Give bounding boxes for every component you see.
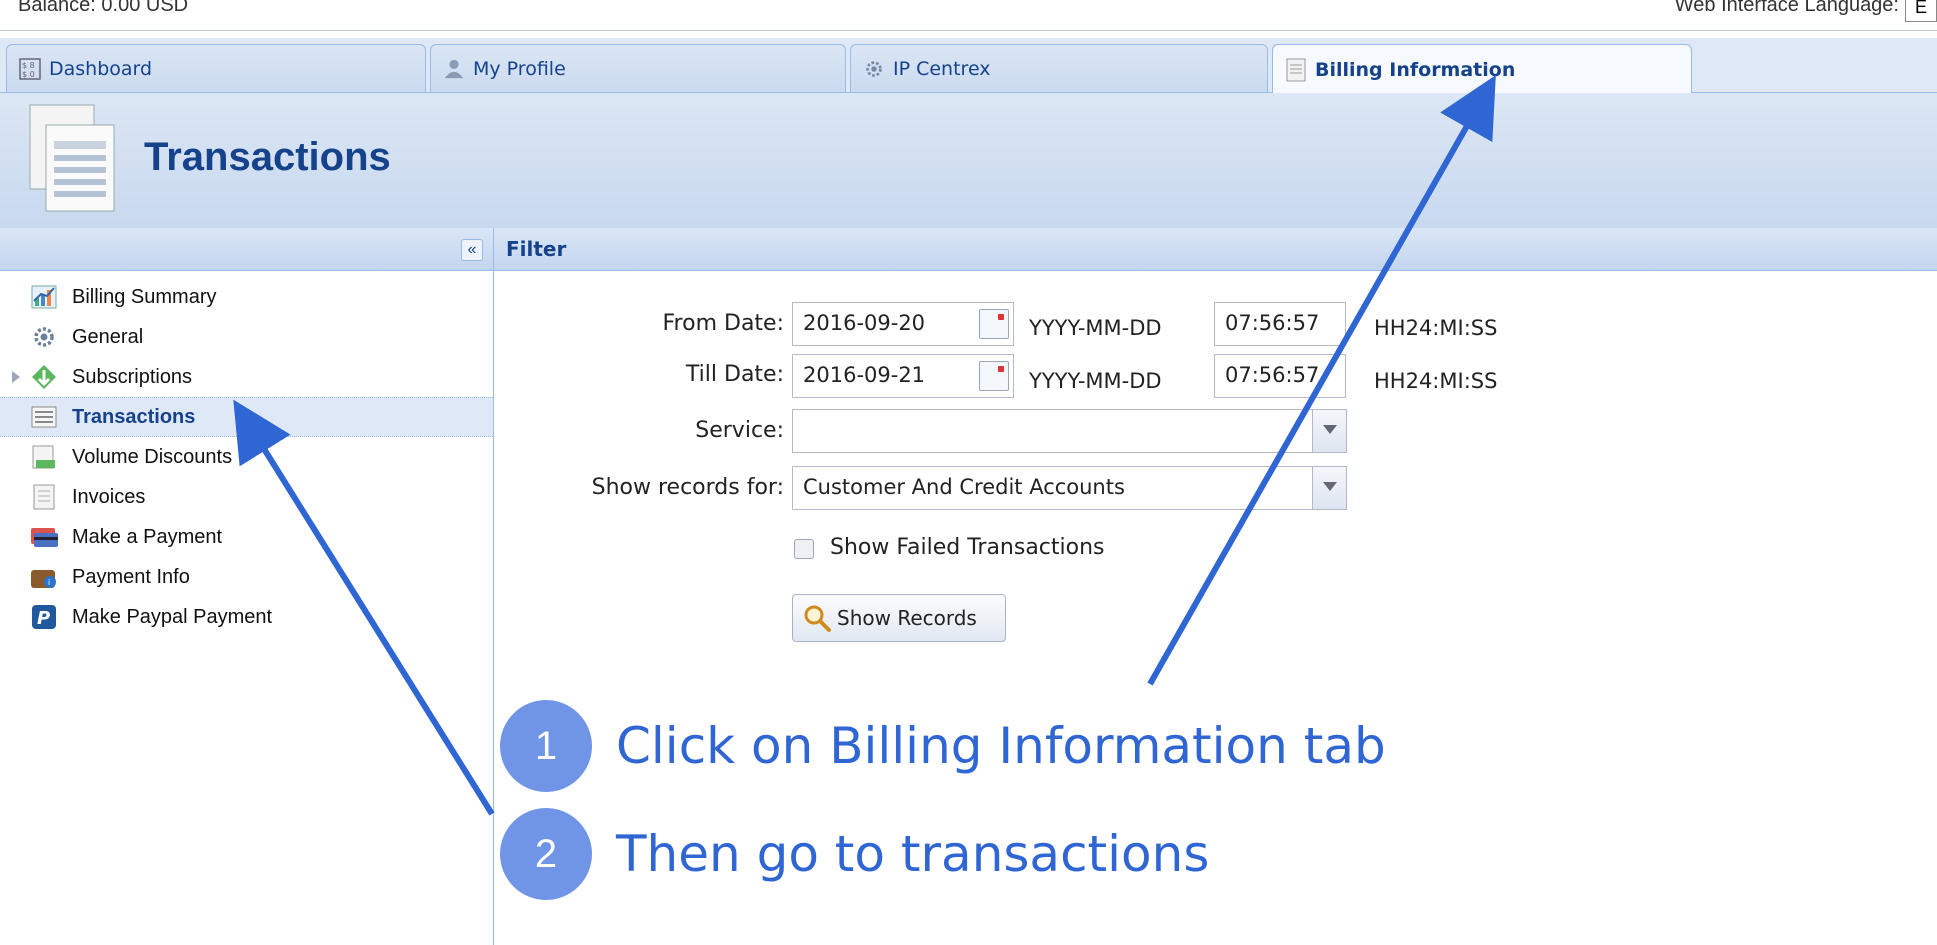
expand-arrow-icon[interactable]: [12, 371, 20, 383]
step-instruction: Then go to transactions: [616, 825, 1210, 883]
tab-ip-centrex[interactable]: IP Centrex: [850, 44, 1268, 92]
main-tab-strip: $ 8 $ 0 Dashboard My Profile IP Centrex B…: [0, 38, 1937, 94]
sidebar-item-volume-discounts[interactable]: Volume Discounts: [0, 437, 493, 477]
tab-label: Dashboard: [49, 57, 153, 80]
annotation-step-2: 2 Then go to transactions: [500, 808, 1209, 900]
from-time-format: HH24:MI:SS: [1374, 316, 1498, 340]
tab-label: IP Centrex: [893, 57, 991, 80]
sidebar-item-invoices[interactable]: Invoices: [0, 477, 493, 517]
chevron-down-icon[interactable]: [1312, 410, 1346, 452]
dashboard-icon: $ 8 $ 0: [19, 57, 41, 80]
sidebar-item-label: Volume Discounts: [72, 445, 233, 468]
show-failed-label: Show Failed Transactions: [830, 535, 1105, 560]
till-time-format: HH24:MI:SS: [1374, 369, 1498, 393]
sidebar-item-label: Subscriptions: [72, 365, 193, 388]
credit-card-icon: [30, 523, 58, 551]
sidebar-item-payment-info[interactable]: i Payment Info: [0, 557, 493, 597]
chevron-down-icon[interactable]: [1312, 467, 1346, 509]
till-date-calendar-icon[interactable]: [979, 361, 1009, 391]
top-bar: Balance: 0.00 USD Web Interface Language…: [0, 0, 1937, 31]
service-select[interactable]: [792, 409, 1347, 453]
from-date-label: From Date:: [662, 311, 785, 336]
svg-text:$ 0: $ 0: [22, 70, 35, 79]
svg-text:P: P: [37, 608, 50, 629]
collapse-sidebar-button[interactable]: «: [461, 239, 483, 261]
chart-icon: [30, 283, 58, 311]
sidebar-item-label: General: [72, 325, 144, 348]
paypal-icon: P: [30, 603, 58, 631]
sidebar-item-transactions[interactable]: Transactions: [0, 397, 493, 437]
tab-my-profile[interactable]: My Profile: [430, 44, 846, 92]
sidebar-item-label: Make a Payment: [72, 525, 223, 548]
sidebar-item-label: Transactions: [72, 405, 196, 428]
service-label: Service:: [695, 418, 784, 443]
show-records-for-value: Customer And Credit Accounts: [803, 475, 1125, 499]
till-date-label: Till Date:: [685, 362, 784, 387]
sidebar-item-make-paypal-payment[interactable]: P Make Paypal Payment: [0, 597, 493, 637]
page-header: Transactions: [0, 93, 1937, 229]
language-select[interactable]: E: [1905, 0, 1937, 22]
user-icon: [443, 58, 465, 80]
till-date-format: YYYY-MM-DD: [1029, 369, 1162, 393]
show-records-label: Show Records: [837, 606, 977, 630]
document-icon: [1285, 58, 1307, 81]
show-records-for-label: Show records for:: [591, 475, 784, 500]
language-label: Web Interface Language:: [1674, 0, 1899, 16]
step-instruction: Click on Billing Information tab: [616, 717, 1386, 775]
sidebar-item-label: Invoices: [72, 485, 146, 508]
wallet-icon: i: [30, 563, 58, 591]
from-time-input[interactable]: 07:56:57: [1214, 302, 1346, 346]
show-records-for-select[interactable]: Customer And Credit Accounts: [792, 466, 1347, 510]
sidebar-item-make-a-payment[interactable]: Make a Payment: [0, 517, 493, 557]
tab-label: Billing Information: [1315, 58, 1516, 81]
gear-icon: [863, 58, 885, 80]
tab-dashboard[interactable]: $ 8 $ 0 Dashboard: [6, 44, 426, 92]
transactions-doc-icon: [28, 103, 118, 215]
filter-header: Filter: [494, 228, 1937, 271]
show-failed-checkbox[interactable]: [794, 539, 814, 559]
invoice-icon: [30, 483, 58, 511]
sidebar-nav: Billing Summary General Subscriptions Tr…: [0, 271, 493, 637]
step-number-badge: 1: [500, 700, 592, 792]
page-title: Transactions: [144, 135, 391, 179]
gear-icon: [30, 323, 58, 351]
discount-icon: [30, 443, 58, 471]
sidebar-item-subscriptions[interactable]: Subscriptions: [0, 357, 493, 397]
svg-text:$ 8: $ 8: [22, 61, 35, 70]
step-number-badge: 2: [500, 808, 592, 900]
sidebar-item-label: Payment Info: [72, 565, 190, 588]
sidebar-item-label: Billing Summary: [72, 285, 217, 308]
till-time-input[interactable]: 07:56:57: [1214, 354, 1346, 398]
annotation-step-1: 1 Click on Billing Information tab: [500, 700, 1386, 792]
tab-billing-information[interactable]: Billing Information: [1272, 44, 1692, 94]
from-date-calendar-icon[interactable]: [979, 309, 1009, 339]
magnifier-icon: [803, 604, 831, 632]
account-balance: Balance: 0.00 USD: [18, 0, 189, 16]
billing-sidebar: « Billing Summary General Subscriptions: [0, 228, 494, 945]
subscriptions-icon: [30, 363, 58, 391]
sidebar-header: «: [0, 228, 493, 271]
from-date-format: YYYY-MM-DD: [1029, 316, 1162, 340]
sidebar-item-label: Make Paypal Payment: [72, 605, 273, 628]
show-records-button[interactable]: Show Records: [792, 594, 1006, 642]
sidebar-item-general[interactable]: General: [0, 317, 493, 357]
filter-title: Filter: [506, 237, 567, 261]
transactions-icon: [30, 403, 58, 431]
tab-label: My Profile: [473, 57, 566, 80]
svg-text:i: i: [48, 578, 50, 587]
sidebar-item-billing-summary[interactable]: Billing Summary: [0, 277, 493, 317]
